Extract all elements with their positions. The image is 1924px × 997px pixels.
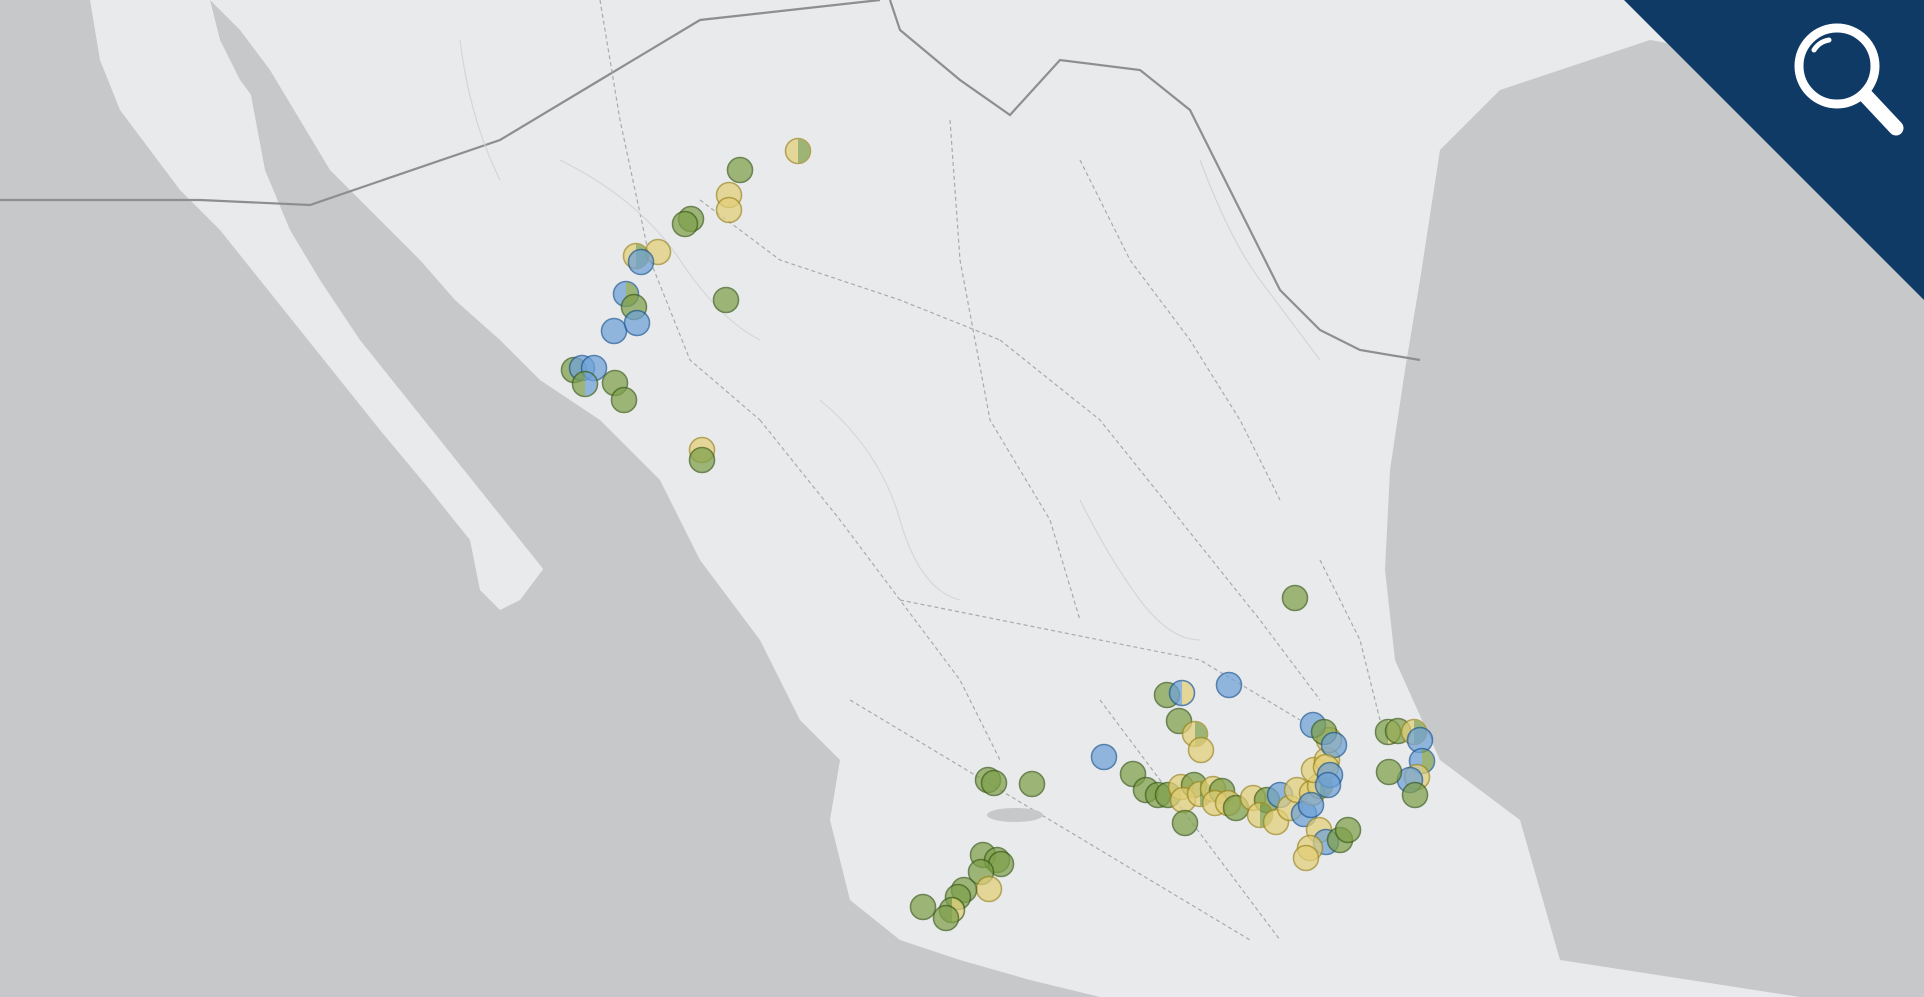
map-marker[interactable] <box>1281 584 1309 612</box>
map-marker[interactable] <box>1215 671 1243 699</box>
map-marker[interactable] <box>1375 758 1403 786</box>
map-marker[interactable] <box>932 904 960 932</box>
search-button[interactable] <box>1624 0 1924 300</box>
map-marker[interactable] <box>623 309 651 337</box>
map-marker[interactable] <box>715 196 743 224</box>
map-marker[interactable] <box>980 769 1008 797</box>
map-view[interactable] <box>0 0 1924 997</box>
map-marker[interactable] <box>1171 809 1199 837</box>
lake-chapala <box>987 808 1043 822</box>
map-marker[interactable] <box>688 446 716 474</box>
map-marker[interactable] <box>671 210 699 238</box>
map-marker[interactable] <box>975 875 1003 903</box>
map-marker[interactable] <box>712 286 740 314</box>
map-marker[interactable] <box>1018 770 1046 798</box>
map-marker[interactable] <box>600 317 628 345</box>
map-marker[interactable] <box>1297 791 1325 819</box>
map-marker[interactable] <box>1292 844 1320 872</box>
map-marker[interactable] <box>1187 736 1215 764</box>
map-marker[interactable] <box>784 137 812 165</box>
map-marker[interactable] <box>726 156 754 184</box>
map-marker[interactable] <box>1090 743 1118 771</box>
map-marker[interactable] <box>1401 781 1429 809</box>
map-marker[interactable] <box>610 386 638 414</box>
map-marker[interactable] <box>1168 679 1196 707</box>
map-marker[interactable] <box>1334 816 1362 844</box>
map-marker[interactable] <box>627 248 655 276</box>
map-marker[interactable] <box>1314 771 1342 799</box>
map-marker[interactable] <box>909 893 937 921</box>
map-marker[interactable] <box>571 370 599 398</box>
